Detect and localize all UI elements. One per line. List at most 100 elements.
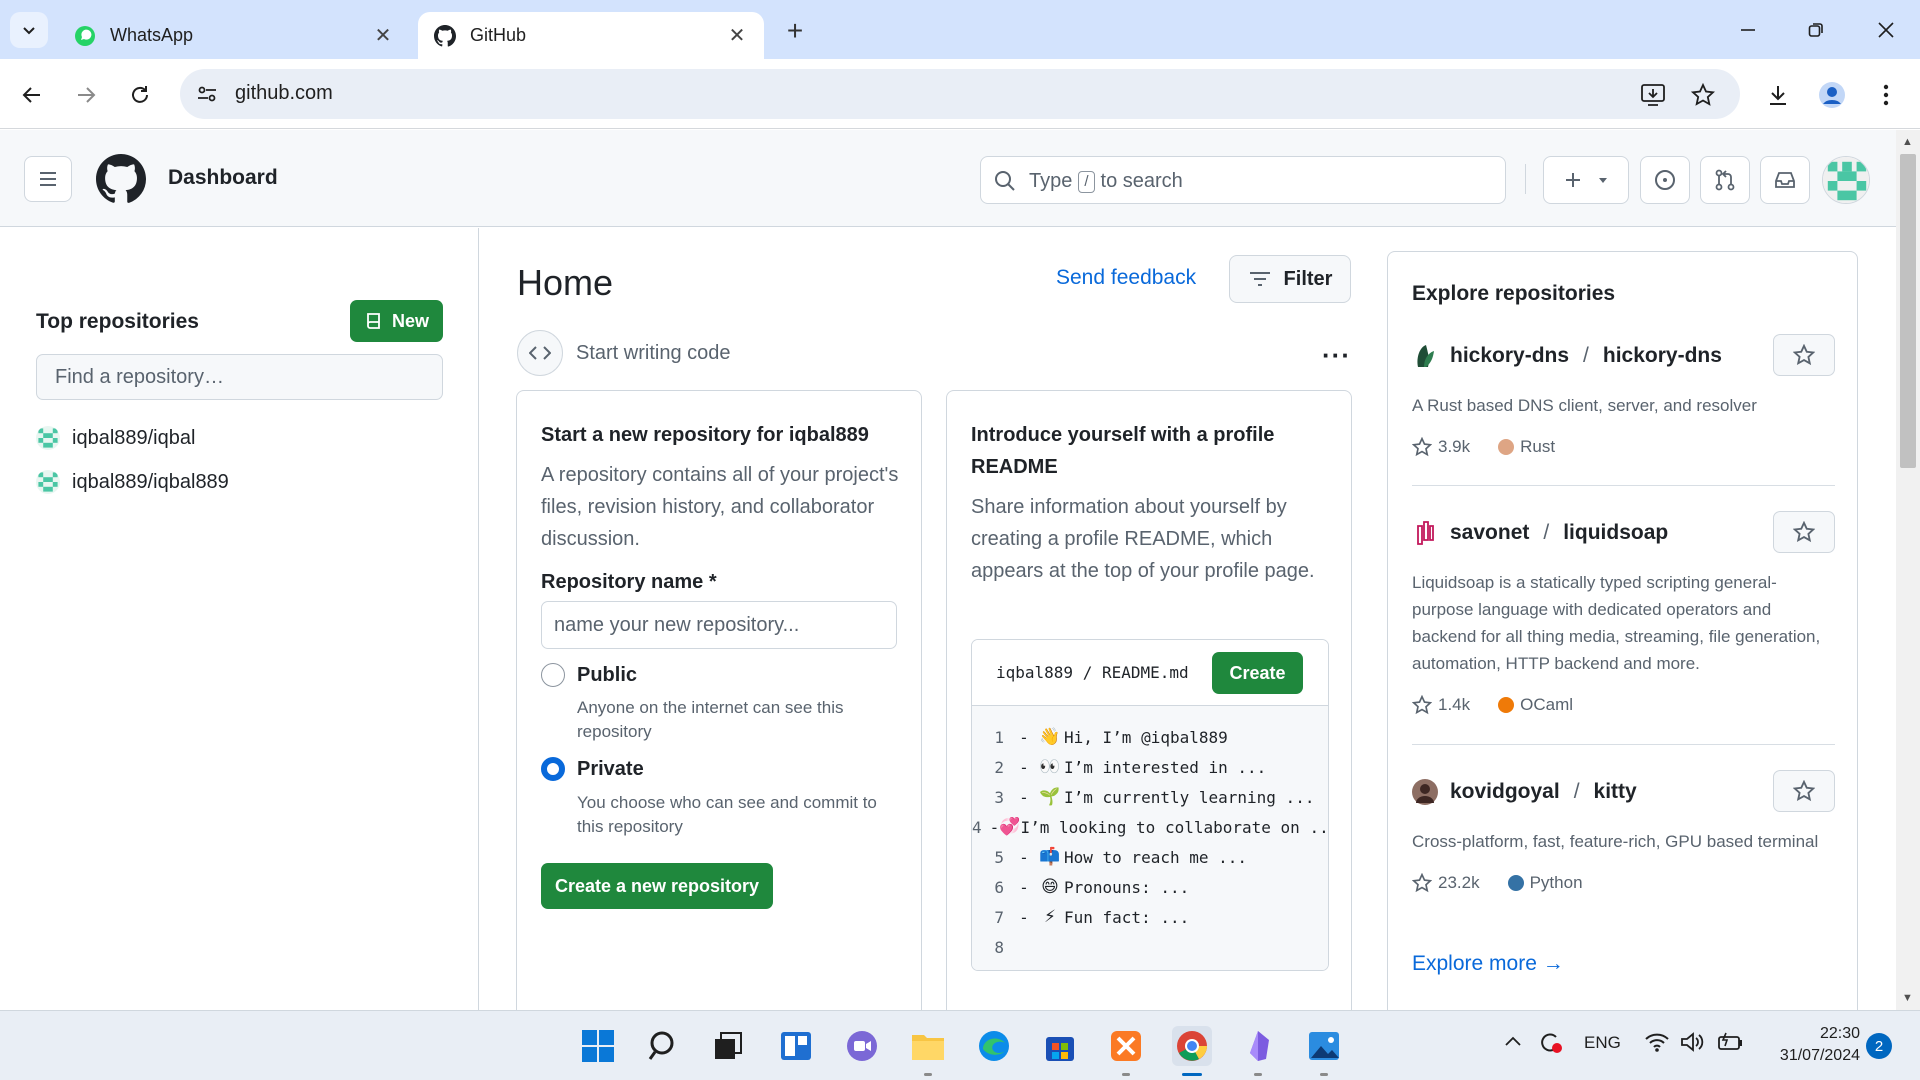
explore-repo-item: hickory-dns / hickory-dns A Rust based D… (1412, 334, 1835, 457)
issues-button[interactable] (1640, 156, 1690, 204)
battery-icon[interactable] (1716, 1031, 1744, 1058)
volume-icon[interactable] (1680, 1031, 1704, 1058)
photos-icon[interactable] (1304, 1026, 1344, 1066)
microsoft-store-icon[interactable] (1040, 1026, 1080, 1066)
tab-search-button[interactable] (10, 12, 48, 48)
explore-repo-title[interactable]: kovidgoyal / kitty (1412, 770, 1835, 814)
user-avatar[interactable] (1822, 156, 1870, 204)
start-writing-code-label: Start writing code (576, 342, 731, 364)
input-language[interactable]: ENG (1584, 1033, 1621, 1053)
search-icon[interactable] (644, 1026, 684, 1066)
create-readme-button[interactable]: Create (1212, 652, 1303, 694)
public-radio[interactable] (541, 663, 565, 687)
site-info-icon[interactable] (194, 81, 220, 107)
chrome-icon[interactable] (1172, 1026, 1212, 1066)
code-icon (517, 330, 563, 376)
profile-button[interactable] (1812, 75, 1852, 115)
close-window-button[interactable] (1866, 10, 1906, 50)
minimize-button[interactable] (1728, 10, 1768, 50)
star-icon (1793, 521, 1815, 543)
scroll-down-icon[interactable]: ▼ (1902, 992, 1913, 1004)
new-tab-button[interactable]: + (778, 14, 812, 48)
find-repository-input[interactable] (37, 355, 442, 399)
repo-stars[interactable]: 1.4k (1412, 695, 1470, 715)
notification-badge[interactable]: 2 (1866, 1033, 1892, 1059)
tab-whatsapp[interactable]: WhatsApp ✕ (58, 12, 410, 59)
explore-repo-item: kovidgoyal / kitty Cross-platform, fast,… (1412, 770, 1835, 893)
forward-button[interactable] (66, 75, 106, 115)
new-repository-button[interactable]: New (350, 300, 443, 342)
teams-chat-icon[interactable] (842, 1026, 882, 1066)
repo-name[interactable]: liquidsoap (1563, 521, 1668, 545)
top-repositories-heading: Top repositories (36, 310, 199, 333)
github-logo-icon[interactable] (96, 154, 147, 204)
downloads-button[interactable] (1758, 75, 1798, 115)
star-button[interactable] (1773, 334, 1835, 376)
reload-button[interactable] (120, 75, 160, 115)
running-indicator (1320, 1073, 1328, 1076)
bookmark-star-icon[interactable] (1690, 82, 1716, 108)
hamburger-icon (40, 172, 56, 186)
open-global-nav-button[interactable] (24, 156, 72, 202)
repo-link[interactable]: iqbal889/iqbal (72, 427, 195, 450)
repo-stars[interactable]: 23.2k (1412, 873, 1480, 893)
plus-icon (1566, 173, 1580, 187)
repo-stars[interactable]: 3.9k (1412, 437, 1470, 457)
edge-icon[interactable] (974, 1026, 1014, 1066)
sidebar-repo-iqbal[interactable]: iqbal889/iqbal (36, 426, 195, 450)
running-indicator (1254, 1073, 1262, 1076)
wifi-icon[interactable] (1644, 1031, 1670, 1058)
repo-name[interactable]: kitty (1594, 780, 1637, 804)
tab-github[interactable]: GitHub ✕ (418, 12, 764, 59)
repo-name-field[interactable] (541, 601, 897, 649)
sidebar-repo-iqbal889[interactable]: iqbal889/iqbal889 (36, 470, 229, 494)
readme-path-user: iqbal889 (996, 663, 1074, 682)
create-new-button[interactable] (1543, 156, 1629, 204)
widgets-icon[interactable] (776, 1026, 816, 1066)
show-hidden-icons[interactable] (1504, 1033, 1522, 1053)
inbox-button[interactable] (1760, 156, 1810, 204)
explore-more-link[interactable]: Explore more → (1412, 952, 1564, 976)
browser-menu-button[interactable] (1866, 75, 1906, 115)
explore-repo-title[interactable]: hickory-dns / hickory-dns (1412, 334, 1835, 378)
repo-owner[interactable]: savonet (1450, 521, 1529, 545)
page-scrollbar[interactable]: ▲ ▼ (1896, 130, 1920, 1010)
star-button[interactable] (1773, 770, 1835, 812)
back-button[interactable] (12, 75, 52, 115)
task-view-icon[interactable] (708, 1026, 748, 1066)
repo-name[interactable]: hickory-dns (1603, 344, 1722, 368)
create-repository-button[interactable]: Create a new repository (541, 863, 773, 909)
star-button[interactable] (1773, 511, 1835, 553)
obsidian-icon[interactable] (1238, 1026, 1278, 1066)
filter-button[interactable]: Filter (1229, 255, 1351, 303)
pull-requests-button[interactable] (1700, 156, 1750, 204)
star-icon (1793, 344, 1815, 366)
sync-icon[interactable] (1536, 1029, 1564, 1062)
restore-button[interactable] (1796, 10, 1836, 50)
visibility-private-option[interactable]: Private (541, 757, 644, 781)
windows-start-icon[interactable] (578, 1026, 618, 1066)
visibility-public-option[interactable]: Public (541, 663, 637, 687)
repo-link[interactable]: iqbal889/iqbal889 (72, 471, 229, 494)
repo-owner[interactable]: hickory-dns (1450, 344, 1569, 368)
scroll-up-icon[interactable]: ▲ (1902, 136, 1913, 148)
find-repository-field[interactable] (36, 354, 443, 400)
close-tab-icon[interactable]: ✕ (372, 25, 394, 47)
private-radio[interactable] (541, 757, 565, 781)
xampp-icon[interactable] (1106, 1026, 1146, 1066)
context-title[interactable]: Dashboard (168, 166, 278, 190)
repo-owner-avatar (36, 470, 60, 494)
install-app-icon[interactable] (1640, 82, 1666, 108)
close-tab-icon[interactable]: ✕ (726, 25, 748, 47)
global-search-input[interactable]: Type / to search (980, 156, 1506, 204)
address-bar[interactable]: github.com (180, 69, 1740, 119)
repo-owner[interactable]: kovidgoyal (1450, 780, 1560, 804)
send-feedback-link[interactable]: Send feedback (1056, 266, 1196, 290)
system-clock[interactable]: 22:30 31/07/2024 (1760, 1023, 1860, 1067)
repo-name-input[interactable] (542, 602, 896, 648)
scrollbar-thumb[interactable] (1900, 154, 1916, 468)
more-options-icon[interactable]: ··· (1322, 340, 1351, 371)
explore-repo-title[interactable]: savonet / liquidsoap (1412, 511, 1835, 555)
file-explorer-icon[interactable] (908, 1026, 948, 1066)
windows-taskbar: ENG 22:30 31/07/2024 2 (0, 1010, 1920, 1080)
